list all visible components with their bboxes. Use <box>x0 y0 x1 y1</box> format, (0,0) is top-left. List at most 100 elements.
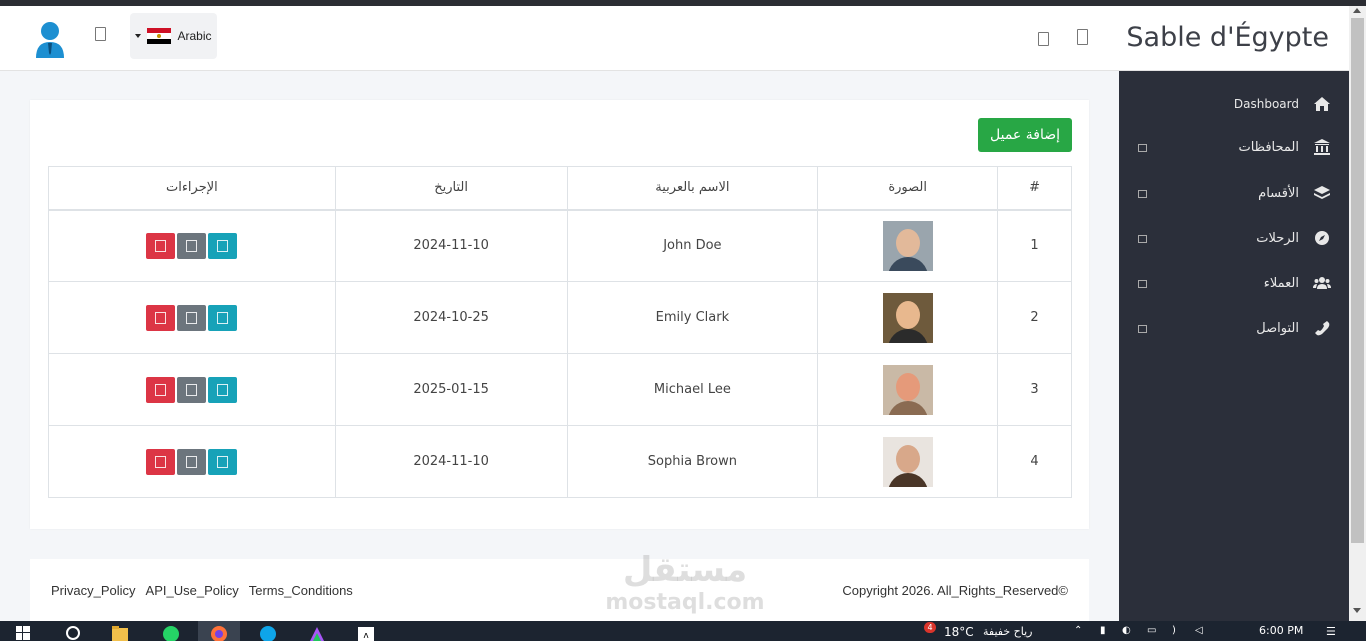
client-photo <box>882 436 933 487</box>
view-button[interactable] <box>208 304 238 331</box>
sidebar-item-label: العملاء <box>1263 276 1299 291</box>
sidebar-item-label: المحافظات <box>1238 140 1299 155</box>
taskbar: ʌ 4 18°C رياح خفيفة ⌃ ▮ ◐ ▭ ) ◁ 6:00 PM … <box>0 621 1366 641</box>
flag-egypt-icon <box>147 28 172 44</box>
table-row: 2 Emily Clark 2024-10-25 <box>48 281 1072 354</box>
message-icon[interactable] <box>1077 29 1088 45</box>
app-icon[interactable]: ʌ <box>357 624 375 641</box>
eye-icon <box>217 383 229 396</box>
fullscreen-icon[interactable] <box>95 27 106 41</box>
clients-table: # الصورة الاسم بالعربية التاريخ الإجراءا… <box>48 166 1072 498</box>
client-photo <box>882 292 933 343</box>
row-number: 2 <box>997 281 1072 354</box>
view-button[interactable] <box>208 232 238 259</box>
client-name: Michael Lee <box>566 353 819 426</box>
footer-links: Privacy_Policy API_Use_Policy Terms_Cond… <box>51 583 353 598</box>
notification-badge: 4 <box>924 622 936 633</box>
footer-link-terms[interactable]: Terms_Conditions <box>249 583 353 598</box>
scroll-down-icon[interactable] <box>1353 608 1361 613</box>
wifi-icon[interactable]: ) <box>1172 625 1176 636</box>
edit-icon <box>186 239 198 252</box>
language-dropdown[interactable]: Arabic <box>130 13 217 59</box>
whatsapp-icon[interactable] <box>162 624 180 641</box>
user-avatar-icon[interactable] <box>34 20 66 58</box>
windows-start-icon[interactable] <box>16 626 30 640</box>
add-client-button[interactable]: إضافة عميل <box>978 118 1072 152</box>
client-date: 2024-11-10 <box>334 425 568 498</box>
footer-link-privacy[interactable]: Privacy_Policy <box>51 583 136 598</box>
layers-icon <box>1314 186 1330 199</box>
table-header-row: # الصورة الاسم بالعربية التاريخ الإجراءا… <box>48 166 1072 211</box>
view-button[interactable] <box>208 448 238 475</box>
edge-icon[interactable] <box>259 624 277 641</box>
checkbox-icon <box>1138 144 1147 152</box>
notification-icon[interactable] <box>1038 32 1049 46</box>
table-row: 3 Michael Lee 2025-01-15 <box>48 353 1072 426</box>
code-editor-icon[interactable] <box>308 624 326 641</box>
sidebar-item-trips[interactable]: الرحلات <box>1119 219 1349 259</box>
sidebar-item-clients[interactable]: العملاء <box>1119 264 1349 304</box>
trash-icon <box>155 455 167 468</box>
firefox-taskbar-button[interactable] <box>198 621 240 641</box>
scrollbar-thumb[interactable] <box>1351 18 1364 543</box>
sidebar-item-dashboard[interactable]: Dashboard <box>1119 85 1349 125</box>
svg-text:ʌ: ʌ <box>363 631 369 641</box>
checkbox-icon <box>1138 235 1147 243</box>
delete-button[interactable] <box>146 376 176 403</box>
client-name: Sophia Brown <box>566 425 819 498</box>
edit-icon <box>186 383 198 396</box>
monitor-icon[interactable]: ▭ <box>1147 625 1156 636</box>
sidebar-item-label: Dashboard <box>1233 97 1299 111</box>
client-date: 2024-10-25 <box>334 281 568 354</box>
brand-title[interactable]: Sable d'Égypte <box>1126 22 1329 53</box>
compass-icon <box>1315 231 1329 245</box>
client-date: 2025-01-15 <box>334 353 568 426</box>
trash-icon <box>155 311 167 324</box>
clock-time: 6:00 PM <box>1259 624 1304 637</box>
edit-button[interactable] <box>177 376 207 403</box>
delete-button[interactable] <box>146 304 176 331</box>
eye-icon <box>217 311 229 324</box>
checkbox-icon <box>1138 325 1147 333</box>
table-row: 4 Sophia Brown 2024-11-10 <box>48 425 1072 498</box>
bank-icon <box>1314 139 1330 155</box>
trash-icon <box>155 383 167 396</box>
view-button[interactable] <box>208 376 238 403</box>
sidebar-item-governorates[interactable]: المحافظات <box>1119 128 1349 168</box>
client-photo <box>882 220 933 271</box>
sidebar-item-contact[interactable]: التواصل <box>1119 309 1349 349</box>
column-header: التاريخ <box>334 166 568 211</box>
client-name: John Doe <box>566 209 819 282</box>
file-explorer-icon[interactable] <box>111 624 129 641</box>
battery-icon[interactable]: ▮ <box>1100 625 1106 636</box>
sidebar-item-label: التواصل <box>1256 321 1299 336</box>
clients-card: إضافة عميل # الصورة الاسم بالعربية التار… <box>30 100 1089 529</box>
scroll-up-icon[interactable] <box>1353 8 1361 13</box>
eye-icon <box>217 455 229 468</box>
volume-icon[interactable]: ◁ <box>1195 625 1203 636</box>
sidebar-item-sections[interactable]: الأقسام <box>1119 174 1349 214</box>
temperature: 18°C <box>944 625 974 639</box>
copyright-text: Copyright 2026. All_Rights_Reserved© <box>842 583 1068 598</box>
edit-button[interactable] <box>177 304 207 331</box>
edit-button[interactable] <box>177 448 207 475</box>
checkbox-icon <box>1138 190 1147 198</box>
caret-down-icon <box>135 34 142 38</box>
footer-link-api-policy[interactable]: API_Use_Policy <box>146 583 239 598</box>
delete-button[interactable] <box>146 232 176 259</box>
action-center-icon[interactable]: ☰ <box>1326 625 1336 638</box>
users-icon <box>1313 277 1331 289</box>
delete-button[interactable] <box>146 448 176 475</box>
weather-text: رياح خفيفة <box>983 625 1033 638</box>
client-name: Emily Clark <box>566 281 819 354</box>
row-number: 3 <box>997 353 1072 426</box>
column-header: # <box>997 166 1072 211</box>
chevron-up-icon[interactable]: ⌃ <box>1074 625 1082 636</box>
row-number: 1 <box>997 209 1072 282</box>
phone-icon <box>1315 321 1330 336</box>
edit-button[interactable] <box>177 232 207 259</box>
search-icon[interactable] <box>64 624 82 641</box>
network-icon[interactable]: ◐ <box>1122 625 1131 636</box>
edit-icon <box>186 455 198 468</box>
table-row: 1 John Doe 2024-11-10 <box>48 209 1072 282</box>
